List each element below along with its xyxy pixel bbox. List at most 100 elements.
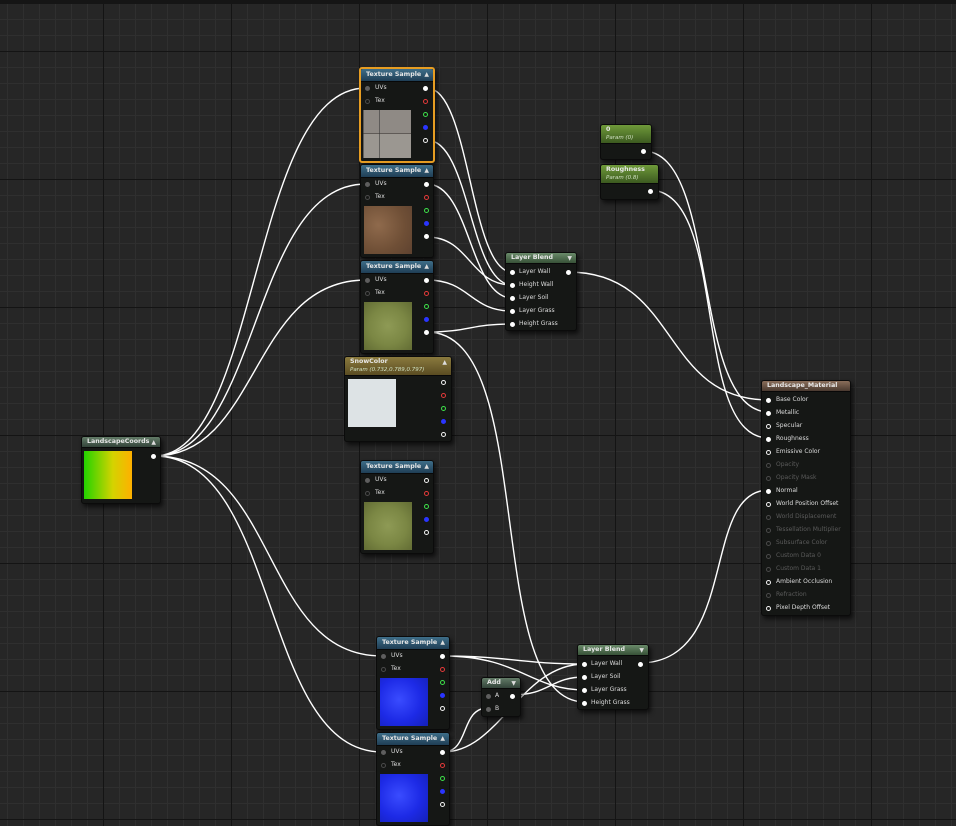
tex-input-pin[interactable] xyxy=(365,291,370,296)
b-output-pin[interactable] xyxy=(424,317,429,322)
landscape-coords-node[interactable]: LandscapeCoords ▲ xyxy=(81,436,161,504)
g-output-pin[interactable] xyxy=(424,304,429,309)
r-output-pin[interactable] xyxy=(423,99,428,104)
texture-sample-node-7[interactable]: Texture Sample ▲ UVs Tex xyxy=(376,732,450,826)
collapse-arrow-icon[interactable]: ▲ xyxy=(424,72,429,78)
layer-grass-input-pin[interactable] xyxy=(510,309,515,314)
snow-color-node[interactable]: SnowColor Param (0.732,0.789,0.797) ▲ xyxy=(344,356,452,442)
r-output-pin[interactable] xyxy=(424,291,429,296)
tex-input-pin[interactable] xyxy=(381,667,386,672)
roughness-param-node[interactable]: Roughness Param (0.8) xyxy=(600,164,659,200)
landscape-material-node[interactable]: Landscape_Material Base Color Metallic Spe… xyxy=(761,380,851,616)
rgb-output-pin[interactable] xyxy=(440,654,445,659)
g-output-pin[interactable] xyxy=(440,776,445,781)
a-output-pin[interactable] xyxy=(424,234,429,239)
tex-input-pin[interactable] xyxy=(365,99,370,104)
layer-soil-input-pin[interactable] xyxy=(510,296,515,301)
g-output-pin[interactable] xyxy=(440,680,445,685)
uvs-input-pin[interactable] xyxy=(381,654,386,659)
r-output-pin[interactable] xyxy=(424,195,429,200)
output-pin[interactable] xyxy=(151,454,156,459)
rgb-output-pin[interactable] xyxy=(424,278,429,283)
texture-sample-node-3[interactable]: Texture Sample ▲ UVs Tex xyxy=(360,260,434,354)
a-output-pin[interactable] xyxy=(441,432,446,437)
collapse-arrow-icon[interactable]: ▼ xyxy=(567,256,572,262)
material-input-pin[interactable] xyxy=(766,450,771,455)
material-input-pin[interactable] xyxy=(766,502,771,507)
r-output-pin[interactable] xyxy=(424,491,429,496)
uvs-input-pin[interactable] xyxy=(365,278,370,283)
a-output-pin[interactable] xyxy=(424,330,429,335)
collapse-arrow-icon[interactable]: ▲ xyxy=(424,464,429,470)
g-output-pin[interactable] xyxy=(423,112,428,117)
height-grass-input-pin[interactable] xyxy=(582,701,587,706)
material-input-pin[interactable] xyxy=(766,411,771,416)
collapse-arrow-icon[interactable]: ▲ xyxy=(424,168,429,174)
layer-grass-input-pin[interactable] xyxy=(582,688,587,693)
a-output-pin[interactable] xyxy=(440,802,445,807)
rgb-output-pin[interactable] xyxy=(441,380,446,385)
texture-sample-node-2[interactable]: Texture Sample ▲ UVs Tex xyxy=(360,164,434,258)
b-input-pin[interactable] xyxy=(486,707,491,712)
b-output-pin[interactable] xyxy=(424,517,429,522)
b-output-pin[interactable] xyxy=(423,125,428,130)
material-input-pin[interactable] xyxy=(766,593,771,598)
material-input-pin[interactable] xyxy=(766,528,771,533)
rgb-output-pin[interactable] xyxy=(423,86,428,91)
material-input-pin[interactable] xyxy=(766,437,771,442)
material-input-pin[interactable] xyxy=(766,606,771,611)
a-output-pin[interactable] xyxy=(424,530,429,535)
material-input-pin[interactable] xyxy=(766,554,771,559)
material-input-pin[interactable] xyxy=(766,567,771,572)
b-output-pin[interactable] xyxy=(441,419,446,424)
material-input-pin[interactable] xyxy=(766,541,771,546)
material-input-pin[interactable] xyxy=(766,398,771,403)
r-output-pin[interactable] xyxy=(441,393,446,398)
uvs-input-pin[interactable] xyxy=(381,750,386,755)
tex-input-pin[interactable] xyxy=(365,491,370,496)
texture-sample-node-1[interactable]: Texture Sample ▲ UVs Tex xyxy=(359,67,435,163)
output-pin[interactable] xyxy=(510,694,515,699)
collapse-arrow-icon[interactable]: ▼ xyxy=(511,681,516,687)
a-input-pin[interactable] xyxy=(486,694,491,699)
b-output-pin[interactable] xyxy=(440,693,445,698)
layer-soil-input-pin[interactable] xyxy=(582,675,587,680)
material-input-pin[interactable] xyxy=(766,489,771,494)
rgb-output-pin[interactable] xyxy=(424,478,429,483)
texture-sample-node-6[interactable]: Texture Sample ▲ UVs Tex xyxy=(376,636,450,730)
b-output-pin[interactable] xyxy=(424,221,429,226)
material-input-pin[interactable] xyxy=(766,580,771,585)
output-pin[interactable] xyxy=(641,149,646,154)
layer-wall-input-pin[interactable] xyxy=(510,270,515,275)
layer-blend-node-bottom[interactable]: Layer Blend ▼ Layer Wall Layer Soil Layer… xyxy=(577,644,649,710)
collapse-arrow-icon[interactable]: ▼ xyxy=(639,648,644,654)
g-output-pin[interactable] xyxy=(424,504,429,509)
material-input-pin[interactable] xyxy=(766,476,771,481)
add-node[interactable]: Add ▼ A B xyxy=(481,677,521,717)
collapse-arrow-icon[interactable]: ▲ xyxy=(151,440,156,446)
param-zero-node[interactable]: 0 Param (0) xyxy=(600,124,652,160)
rgb-output-pin[interactable] xyxy=(440,750,445,755)
r-output-pin[interactable] xyxy=(440,763,445,768)
texture-sample-node-4[interactable]: Texture Sample ▲ UVs Tex xyxy=(360,460,434,554)
g-output-pin[interactable] xyxy=(441,406,446,411)
uvs-input-pin[interactable] xyxy=(365,86,370,91)
a-output-pin[interactable] xyxy=(423,138,428,143)
g-output-pin[interactable] xyxy=(424,208,429,213)
collapse-arrow-icon[interactable]: ▲ xyxy=(440,640,445,646)
collapse-arrow-icon[interactable]: ▲ xyxy=(442,360,447,366)
height-wall-input-pin[interactable] xyxy=(510,283,515,288)
rgb-output-pin[interactable] xyxy=(424,182,429,187)
a-output-pin[interactable] xyxy=(440,706,445,711)
material-input-pin[interactable] xyxy=(766,463,771,468)
height-grass-input-pin[interactable] xyxy=(510,322,515,327)
collapse-arrow-icon[interactable]: ▲ xyxy=(440,736,445,742)
r-output-pin[interactable] xyxy=(440,667,445,672)
b-output-pin[interactable] xyxy=(440,789,445,794)
material-input-pin[interactable] xyxy=(766,424,771,429)
tex-input-pin[interactable] xyxy=(365,195,370,200)
layer-wall-input-pin[interactable] xyxy=(582,662,587,667)
collapse-arrow-icon[interactable]: ▲ xyxy=(424,264,429,270)
material-input-pin[interactable] xyxy=(766,515,771,520)
output-pin[interactable] xyxy=(648,189,653,194)
